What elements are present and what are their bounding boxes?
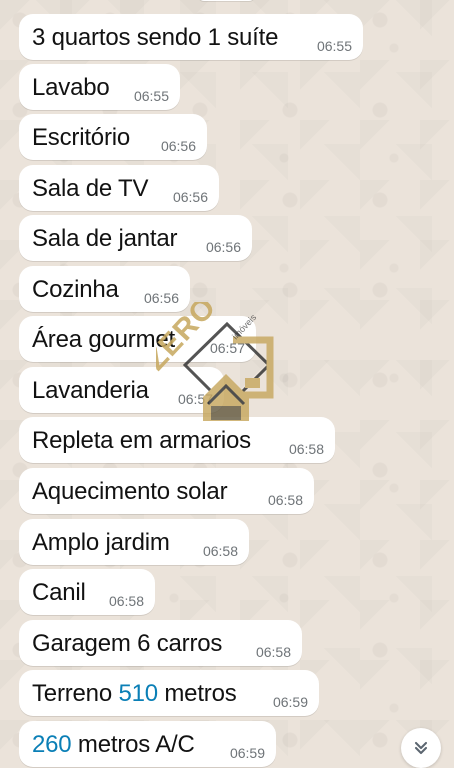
message-bubble[interactable]: Lavabo 06:55 bbox=[19, 64, 180, 110]
message-time: 06:56 bbox=[160, 138, 196, 154]
message-text-suffix: metros A/C bbox=[71, 731, 195, 758]
message-bubble[interactable]: 260 metros A/C 06:59 bbox=[19, 721, 276, 767]
message-time: 06:55 bbox=[133, 88, 169, 104]
message-bubble[interactable]: Canil 06:58 bbox=[19, 569, 155, 615]
message-bubble[interactable]: Aquecimento solar 06:58 bbox=[19, 468, 314, 514]
message-text: Canil bbox=[32, 579, 86, 606]
message-text: Escritório bbox=[32, 124, 131, 151]
message-text: Repleta em armarios bbox=[32, 427, 251, 454]
message-text: 3 quartos sendo 1 suíte bbox=[32, 24, 279, 51]
message-text: 260 metros A/C bbox=[32, 731, 195, 759]
area-number[interactable]: 260 bbox=[32, 731, 72, 758]
message-text: Área gourmet bbox=[32, 326, 176, 353]
area-number[interactable]: 510 bbox=[118, 680, 158, 707]
message-text: Lavanderia bbox=[32, 377, 149, 404]
message-time: 06:59 bbox=[229, 745, 265, 761]
message-bubble[interactable]: Amplo jardim 06:58 bbox=[19, 519, 249, 565]
message-time: 06:58 bbox=[267, 492, 303, 508]
message-time: 06:58 bbox=[108, 593, 144, 609]
message-text-suffix: metros bbox=[157, 680, 237, 707]
message-text: Garagem 6 carros bbox=[32, 630, 223, 657]
message-bubble[interactable]: Área gourmet 06:57 bbox=[19, 316, 256, 362]
message-bubble[interactable]: Garagem 6 carros 06:58 bbox=[19, 620, 302, 666]
chat-background: 3 quartos sendo 1 suíte 06:55 Lavabo 06:… bbox=[0, 0, 454, 768]
message-bubble[interactable]: Escritório 06:56 bbox=[19, 114, 207, 160]
message-text: Aquecimento solar bbox=[32, 478, 228, 505]
message-bubble[interactable]: Sala de TV 06:56 bbox=[19, 165, 219, 211]
message-time: 06:56 bbox=[143, 290, 179, 306]
message-time: 06:55 bbox=[316, 38, 352, 54]
message-text: Sala de jantar bbox=[32, 225, 178, 252]
message-text: Amplo jardim bbox=[32, 529, 170, 556]
message-bubble[interactable]: Sala de jantar 06:56 bbox=[19, 215, 252, 261]
message-bubble[interactable]: Terreno 510 metros 06:59 bbox=[19, 670, 319, 716]
message-time: 06:58 bbox=[202, 543, 238, 559]
scroll-to-bottom-button[interactable] bbox=[401, 728, 441, 768]
message-bubble[interactable]: Lavanderia 06:57 bbox=[19, 367, 224, 413]
message-time: 06:58 bbox=[288, 441, 324, 457]
message-text: Terreno 510 metros bbox=[32, 680, 237, 708]
message-time: 06:57 bbox=[177, 391, 213, 407]
message-text-prefix: Terreno bbox=[32, 680, 119, 707]
message-bubble[interactable]: Repleta em armarios 06:58 bbox=[19, 417, 335, 463]
chevrons-down-icon bbox=[414, 741, 428, 755]
message-time: 06:57 bbox=[209, 340, 245, 356]
message-text: Lavabo bbox=[32, 74, 110, 101]
message-time: 06:56 bbox=[172, 189, 208, 205]
message-time: 06:56 bbox=[205, 239, 241, 255]
message-time: 06:58 bbox=[255, 644, 291, 660]
message-bubble[interactable]: 3 quartos sendo 1 suíte 06:55 bbox=[19, 14, 363, 60]
message-bubble[interactable]: Cozinha 06:56 bbox=[19, 266, 190, 312]
previous-message-edge bbox=[198, 0, 255, 1]
message-time: 06:59 bbox=[272, 694, 308, 710]
message-text: Cozinha bbox=[32, 276, 119, 303]
message-text: Sala de TV bbox=[32, 175, 149, 202]
